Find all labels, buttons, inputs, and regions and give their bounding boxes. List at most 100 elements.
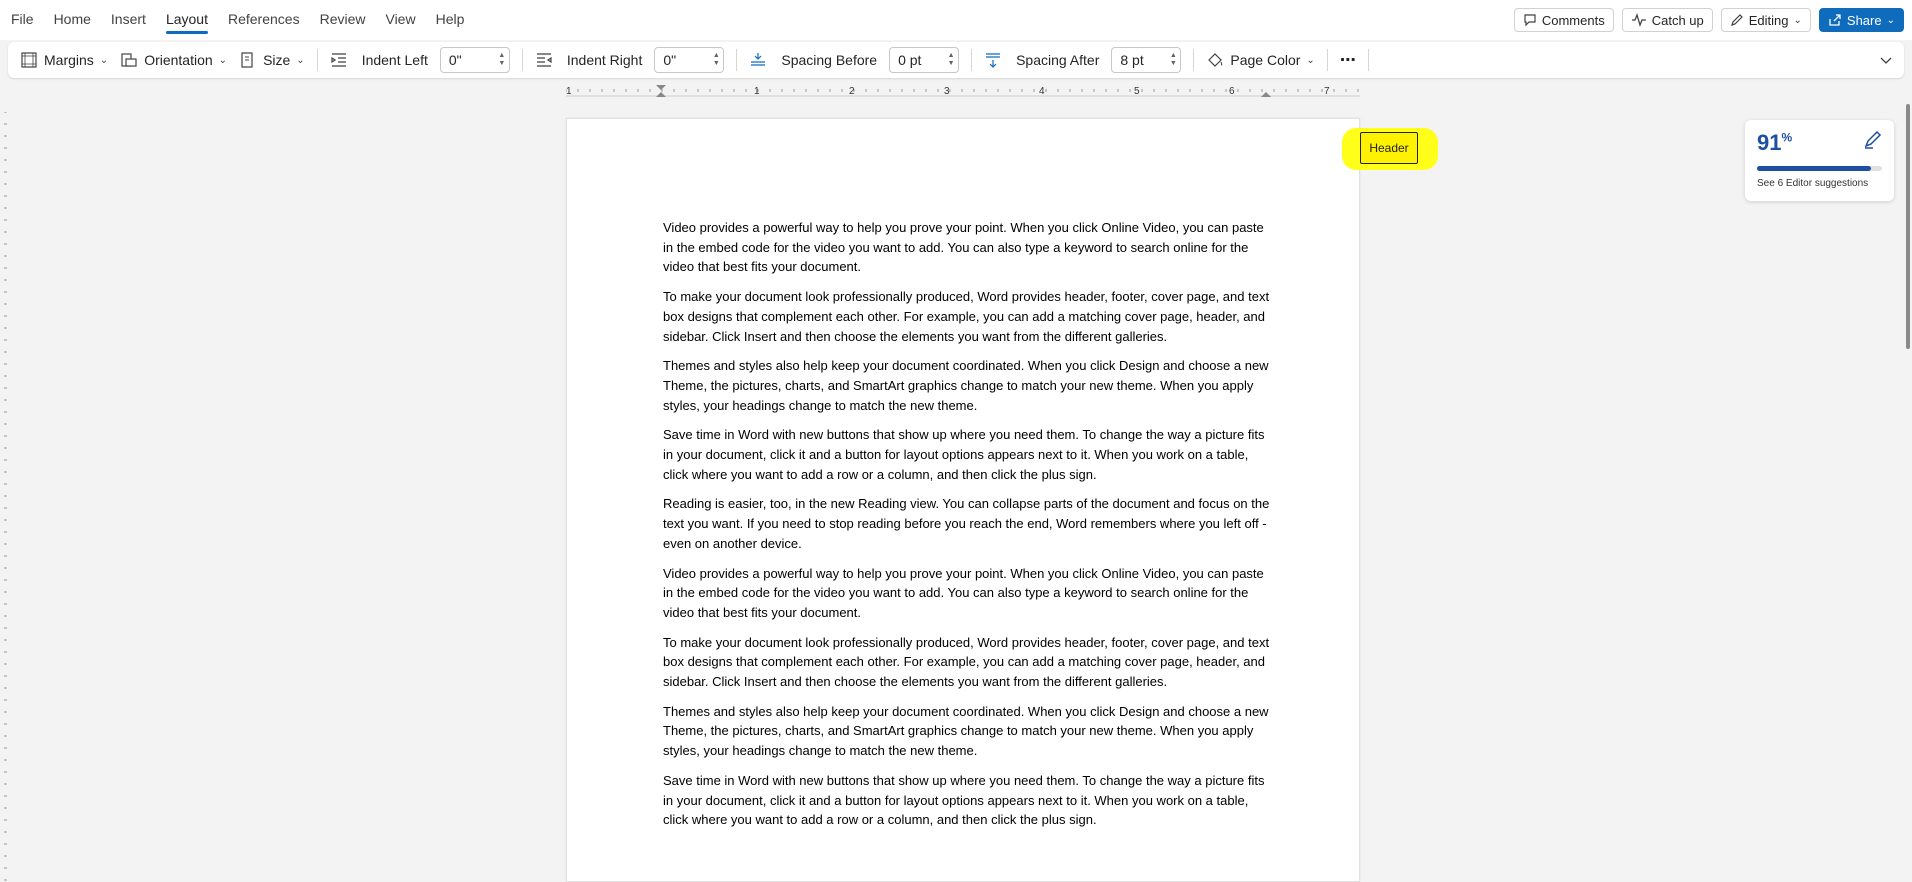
editor-progress-bar: [1757, 166, 1882, 171]
more-options-button[interactable]: ⋯: [1334, 46, 1362, 74]
editor-score-card[interactable]: 91% See 6 Editor suggestions: [1745, 120, 1894, 201]
indent-right-value: 0": [663, 52, 677, 68]
right-indent-marker-icon[interactable]: [1261, 92, 1271, 97]
catchup-button[interactable]: Catch up: [1621, 8, 1713, 32]
ruler-number: 5: [1134, 86, 1140, 97]
ruler-number: 6: [1229, 86, 1235, 97]
vertical-ruler[interactable]: [0, 111, 12, 882]
spacing-after-icon: [986, 53, 1001, 68]
ribbon-divider: [316, 49, 318, 71]
spacing-before-value: 0 pt: [898, 52, 922, 68]
indent-marker-icon[interactable]: [656, 85, 666, 97]
spacing-before-input[interactable]: 0 pt ▲ ▼: [889, 47, 960, 73]
spacing-after-input[interactable]: 8 pt ▲ ▼: [1111, 47, 1182, 73]
tab-view[interactable]: View: [375, 0, 425, 40]
indent-right-input[interactable]: 0" ▲ ▼: [654, 47, 725, 73]
paragraph[interactable]: Video provides a powerful way to help yo…: [663, 218, 1273, 277]
indent-left-group: Indent Left 0" ▲ ▼: [324, 46, 516, 74]
editor-score-value: 91: [1757, 130, 1782, 155]
ribbon-toolbar: Margins ⌄ Orientation ⌄ Size ⌄ Indent Le…: [8, 42, 1904, 78]
share-icon: [1829, 14, 1841, 26]
editing-mode-button[interactable]: Editing ⌄: [1720, 8, 1811, 32]
margins-label: Margins: [44, 52, 94, 68]
spinner-arrows-icon[interactable]: ▲ ▼: [495, 52, 509, 68]
ribbon-divider: [521, 49, 523, 71]
spinner-arrows-icon[interactable]: ▲ ▼: [709, 52, 723, 68]
indent-left-input[interactable]: 0" ▲ ▼: [439, 47, 510, 73]
editor-suggestions-link[interactable]: See 6 Editor suggestions: [1757, 178, 1868, 189]
pencil-icon: [1730, 14, 1743, 26]
menu-bar: File Home Insert Layout References Revie…: [0, 0, 1912, 40]
paragraph[interactable]: Reading is easier, too, in the new Readi…: [663, 494, 1273, 553]
page-size-icon: [241, 52, 253, 68]
share-button[interactable]: Share ⌄: [1818, 8, 1904, 32]
paragraph[interactable]: Video provides a powerful way to help yo…: [663, 564, 1273, 623]
comments-button[interactable]: Comments: [1513, 8, 1614, 32]
paragraph[interactable]: Save time in Word with new buttons that …: [663, 425, 1273, 484]
chevron-down-icon: ⌄: [99, 54, 109, 66]
chevron-down-icon: ⌄: [218, 54, 228, 66]
ribbon-divider: [1326, 49, 1328, 71]
spacing-after-value: 8 pt: [1120, 52, 1144, 68]
ribbon-divider: [1367, 49, 1369, 71]
tab-home[interactable]: Home: [44, 0, 101, 40]
top-right-actions: Comments Catch up Editing ⌄ Share ⌄: [1513, 8, 1912, 32]
margins-button[interactable]: Margins ⌄: [14, 46, 114, 74]
orientation-label: Orientation: [144, 52, 213, 68]
spacing-before-label: Spacing Before: [781, 52, 878, 68]
tab-insert[interactable]: Insert: [101, 0, 156, 40]
spacing-after-group: Spacing After 8 pt ▲ ▼: [978, 46, 1187, 74]
ribbon-divider: [971, 49, 973, 71]
chevron-down-icon: ⌄: [296, 54, 305, 66]
header-tag[interactable]: Header: [1360, 132, 1418, 164]
catchup-label: Catch up: [1651, 12, 1704, 28]
editor-pen-icon: [1862, 130, 1882, 153]
vertical-scrollbar-thumb[interactable]: [1906, 104, 1910, 349]
paragraph[interactable]: Save time in Word with new buttons that …: [663, 771, 1273, 830]
spacing-after-label: Spacing After: [1016, 52, 1100, 68]
ruler-number: 1: [754, 86, 760, 97]
page-color-button[interactable]: Page Color ⌄: [1200, 46, 1320, 74]
paragraph[interactable]: To make your document look professionall…: [663, 287, 1273, 346]
document-page[interactable]: Video provides a powerful way to help yo…: [566, 118, 1360, 882]
ruler-number: 4: [1039, 86, 1045, 97]
editing-label: Editing: [1748, 12, 1789, 28]
tab-help[interactable]: Help: [426, 0, 475, 40]
indent-left-icon: [331, 53, 346, 67]
chevron-down-icon: ⌄: [1793, 14, 1802, 26]
spacing-before-icon: [751, 53, 766, 66]
tab-references[interactable]: References: [218, 0, 310, 40]
spinner-arrows-icon[interactable]: ▲ ▼: [944, 52, 958, 68]
editor-score: 91%: [1757, 130, 1792, 156]
page-color-label: Page Color: [1230, 52, 1301, 68]
ruler-number: 7: [1324, 86, 1330, 97]
paragraph[interactable]: To make your document look professionall…: [663, 633, 1273, 692]
ribbon-divider: [736, 49, 738, 71]
indent-left-value: 0": [448, 52, 462, 68]
indent-left-label: Indent Left: [361, 52, 428, 68]
indent-right-icon: [536, 53, 552, 67]
menu-tabs: File Home Insert Layout References Revie…: [0, 0, 474, 40]
size-button[interactable]: Size ⌄: [233, 46, 311, 74]
comments-label: Comments: [1541, 12, 1605, 28]
paragraph[interactable]: Themes and styles also help keep your do…: [663, 702, 1273, 761]
ribbon-expand-icon[interactable]: [1880, 52, 1892, 68]
chevron-down-icon: ⌄: [1886, 14, 1895, 26]
tab-review[interactable]: Review: [310, 0, 376, 40]
paragraph[interactable]: Themes and styles also help keep your do…: [663, 356, 1273, 415]
ribbon-divider: [1193, 49, 1195, 71]
tab-file[interactable]: File: [1, 0, 44, 40]
ruler-number: 3: [944, 86, 950, 97]
share-label: Share: [1846, 12, 1882, 28]
orientation-button[interactable]: Orientation ⌄: [114, 46, 233, 74]
size-label: Size: [263, 52, 291, 68]
spinner-arrows-icon[interactable]: ▲ ▼: [1166, 52, 1180, 68]
editor-score-suffix: %: [1781, 130, 1793, 145]
indent-right-label: Indent Right: [566, 52, 643, 68]
tab-layout[interactable]: Layout: [156, 0, 218, 40]
orientation-icon: [121, 53, 137, 67]
ruler-number: 2: [849, 86, 855, 97]
document-body[interactable]: Video provides a powerful way to help yo…: [663, 218, 1273, 840]
horizontal-ruler[interactable]: 1 1 2 3 4 5 6 7: [565, 84, 1360, 97]
chevron-down-icon: ⌄: [1306, 54, 1315, 66]
